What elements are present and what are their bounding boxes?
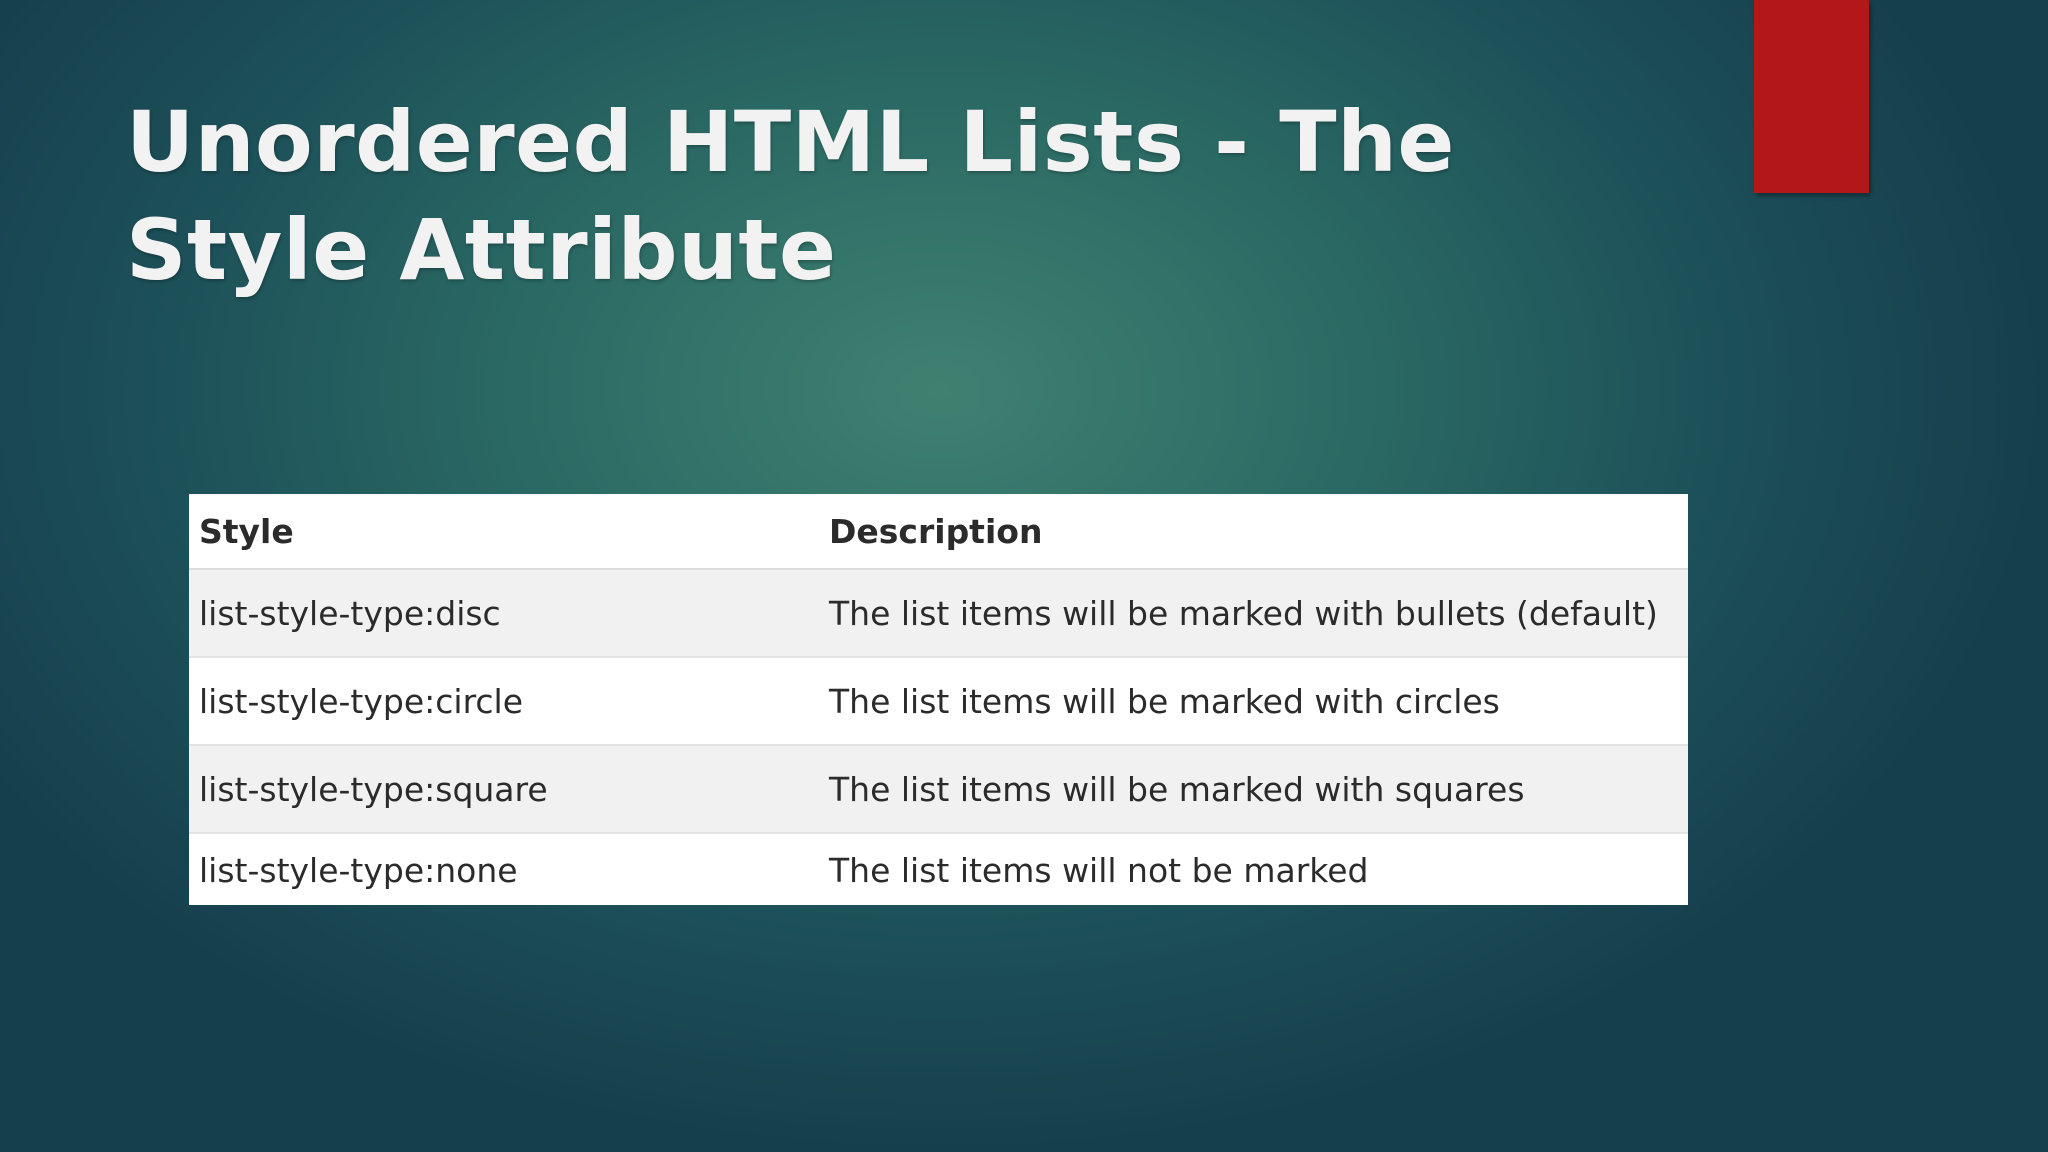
accent-bar bbox=[1754, 0, 1869, 193]
description-cell: The list items will be marked with circl… bbox=[819, 657, 1688, 746]
table-row: list-style-type:square The list items wi… bbox=[189, 745, 1688, 834]
style-cell: list-style-type:none bbox=[189, 833, 819, 905]
column-header-description: Description bbox=[819, 494, 1688, 570]
description-cell: The list items will not be marked bbox=[819, 833, 1688, 905]
table-row: list-style-type:circle The list items wi… bbox=[189, 657, 1688, 746]
table-row: list-style-type:disc The list items will… bbox=[189, 569, 1688, 658]
table-row: list-style-type:none The list items will… bbox=[189, 833, 1688, 905]
description-cell: The list items will be marked with squar… bbox=[819, 745, 1688, 834]
style-table-container: Style Description list-style-type:disc T… bbox=[189, 494, 1688, 905]
slide-title: Unordered HTML Lists - The Style Attribu… bbox=[126, 93, 1455, 299]
style-cell: list-style-type:square bbox=[189, 745, 819, 834]
style-cell: list-style-type:disc bbox=[189, 569, 819, 658]
description-cell: The list items will be marked with bulle… bbox=[819, 569, 1688, 658]
column-header-style: Style bbox=[189, 494, 819, 570]
style-table: Style Description list-style-type:disc T… bbox=[189, 494, 1688, 905]
style-cell: list-style-type:circle bbox=[189, 657, 819, 746]
table-header-row: Style Description bbox=[189, 494, 1688, 570]
slide: Unordered HTML Lists - The Style Attribu… bbox=[0, 0, 2048, 1152]
